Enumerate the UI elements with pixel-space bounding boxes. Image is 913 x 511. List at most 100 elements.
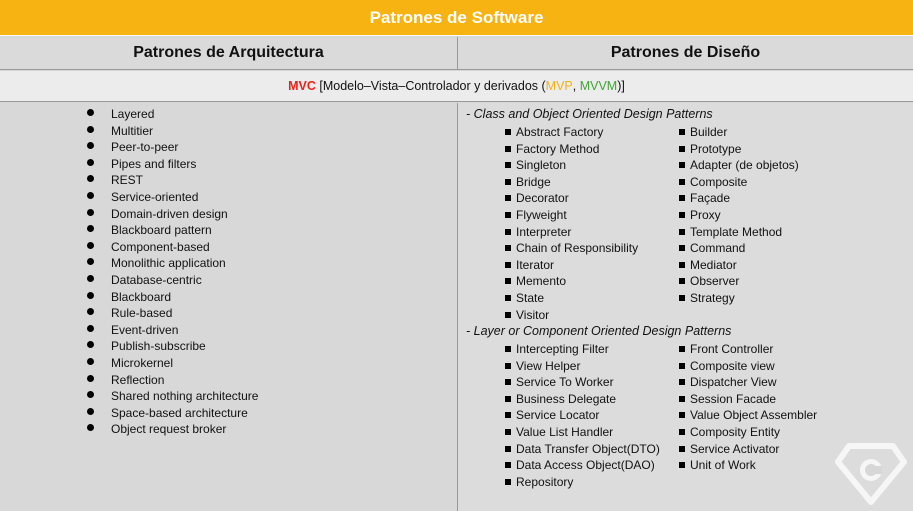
class-pattern-item-label: Command bbox=[690, 241, 746, 256]
architecture-item-label: Multitier bbox=[111, 123, 154, 138]
layer-pattern-item: Repository bbox=[505, 474, 660, 491]
architecture-item: Monolithic application bbox=[87, 255, 258, 272]
class-pattern-item-label: Composite bbox=[690, 174, 748, 189]
square-bullet-icon bbox=[679, 362, 685, 369]
class-pattern-item-label: Singleton bbox=[516, 158, 567, 173]
class-pattern-item-label: Strategy bbox=[690, 290, 735, 305]
square-bullet-icon bbox=[505, 346, 511, 352]
layer-pattern-item: Dispatcher View bbox=[679, 374, 817, 391]
class-pattern-item-label: Bridge bbox=[516, 174, 551, 189]
architecture-item-label: Shared nothing architecture bbox=[111, 389, 259, 404]
square-bullet-icon bbox=[505, 379, 511, 386]
layer-pattern-item-label: Intercepting Filter bbox=[516, 342, 609, 356]
architecture-item: Blackboard pattern bbox=[87, 222, 258, 239]
class-pattern-item: Singleton bbox=[505, 157, 638, 174]
square-bullet-icon bbox=[505, 278, 511, 285]
architecture-item: Pipes and filters bbox=[87, 156, 258, 173]
bullet-icon bbox=[87, 324, 94, 332]
class-pattern-item: State bbox=[505, 290, 638, 307]
layer-pattern-item-label: Composite view bbox=[690, 358, 775, 373]
square-bullet-icon bbox=[679, 346, 685, 352]
class-pattern-item-label: Proxy bbox=[690, 207, 721, 222]
square-bullet-icon bbox=[505, 162, 511, 169]
class-pattern-item: Decorator bbox=[505, 190, 638, 207]
class-pattern-item-label: Memento bbox=[516, 274, 567, 289]
square-bullet-icon bbox=[679, 294, 685, 301]
class-pattern-item: Chain of Responsibility bbox=[505, 240, 638, 257]
architecture-item: Object request broker bbox=[87, 421, 258, 438]
class-pattern-item: Façade bbox=[679, 190, 799, 207]
architecture-item-label: Object request broker bbox=[111, 422, 227, 437]
class-pattern-item: Composite bbox=[679, 174, 799, 191]
square-bullet-icon bbox=[505, 245, 511, 252]
layer-pattern-item: Data Transfer Object(DTO) bbox=[505, 441, 660, 458]
class-pattern-item-label: Interpreter bbox=[516, 224, 572, 239]
square-bullet-icon bbox=[679, 178, 685, 185]
square-bullet-icon bbox=[505, 178, 511, 185]
class-pattern-item: Bridge bbox=[505, 174, 638, 191]
bullet-icon bbox=[87, 391, 94, 399]
architecture-item-label: Pipes and filters bbox=[111, 156, 197, 171]
square-bullet-icon bbox=[505, 211, 511, 218]
layer-pattern-item: Composity Entity bbox=[679, 424, 817, 441]
square-bullet-icon bbox=[679, 379, 685, 386]
architecture-panel: Layered Multitier Peer-to-peer Pipes and fi… bbox=[0, 103, 457, 511]
architecture-item-label: Rule-based bbox=[111, 306, 173, 321]
class-pattern-item-label: Chain of Responsibility bbox=[516, 241, 639, 256]
layer-pattern-item: Front Controller bbox=[679, 341, 817, 358]
class-pattern-item: Abstract Factory bbox=[505, 124, 638, 141]
architecture-item-label: Event-driven bbox=[111, 322, 179, 337]
bullet-icon bbox=[87, 241, 94, 249]
architecture-item-label: Monolithic application bbox=[111, 256, 226, 271]
class-pattern-item-label: Decorator bbox=[516, 191, 569, 206]
architecture-item-label: Publish-subscribe bbox=[111, 339, 206, 354]
layer-pattern-item-label: Service Activator bbox=[690, 441, 780, 456]
layer-pattern-item: Data Access Object(DAO) bbox=[505, 457, 660, 474]
layer-patterns-title: - Layer or Component Oriented Design Pat… bbox=[466, 324, 732, 338]
architecture-item-label: Space-based architecture bbox=[111, 405, 248, 420]
layer-pattern-item-label: Dispatcher View bbox=[690, 375, 777, 390]
architecture-item: Event-driven bbox=[87, 322, 258, 339]
class-pattern-item: Flyweight bbox=[505, 207, 638, 224]
architecture-item-label: Microkernel bbox=[111, 355, 174, 370]
class-pattern-item: Builder bbox=[679, 124, 799, 141]
bullet-icon bbox=[87, 274, 94, 282]
square-bullet-icon bbox=[505, 261, 511, 268]
layer-pattern-item: Service Locator bbox=[505, 407, 660, 424]
layer-pattern-item: Unit of Work bbox=[679, 457, 817, 474]
square-bullet-icon bbox=[505, 145, 511, 152]
square-bullet-icon bbox=[505, 445, 511, 452]
class-pattern-item-label: Factory Method bbox=[516, 141, 600, 156]
square-bullet-icon bbox=[679, 395, 685, 402]
layer-pattern-item-label: Session Facade bbox=[690, 391, 777, 406]
class-pattern-item-label: Flyweight bbox=[516, 207, 567, 222]
architecture-item: Rule-based bbox=[87, 305, 258, 322]
square-bullet-icon bbox=[505, 195, 511, 202]
class-pattern-item-label: State bbox=[516, 290, 545, 305]
class-pattern-item: Prototype bbox=[679, 141, 799, 158]
bullet-icon bbox=[87, 109, 94, 116]
architecture-item: Peer-to-peer bbox=[87, 139, 258, 156]
layer-pattern-item-label: Business Delegate bbox=[516, 391, 617, 406]
page-title: Patrones de Software bbox=[369, 7, 544, 27]
bullet-icon bbox=[87, 407, 94, 415]
bullet-icon bbox=[87, 191, 94, 199]
architecture-item-label: Peer-to-peer bbox=[111, 140, 179, 155]
layer-pattern-item-label: Front Controller bbox=[690, 342, 774, 356]
mvp-label: MVP bbox=[545, 79, 573, 93]
layer-pattern-item: Session Facade bbox=[679, 391, 817, 408]
architecture-item-label: Service-oriented bbox=[111, 189, 199, 204]
class-pattern-item: Template Method bbox=[679, 224, 799, 241]
mvc-text-2: )] bbox=[617, 79, 625, 93]
layer-pattern-item-label: Repository bbox=[516, 474, 574, 489]
class-pattern-item: Command bbox=[679, 240, 799, 257]
mvvm-label: MVVM bbox=[579, 79, 618, 93]
bullet-icon bbox=[87, 291, 94, 299]
architecture-item-label: Blackboard pattern bbox=[111, 223, 212, 238]
square-bullet-icon bbox=[505, 228, 511, 235]
layer-pattern-item-label: Service Locator bbox=[516, 408, 600, 423]
bullet-icon bbox=[87, 424, 94, 432]
layer-pattern-item: Value Object Assembler bbox=[679, 407, 817, 424]
class-pattern-item: Mediator bbox=[679, 257, 799, 274]
square-bullet-icon bbox=[505, 462, 511, 469]
